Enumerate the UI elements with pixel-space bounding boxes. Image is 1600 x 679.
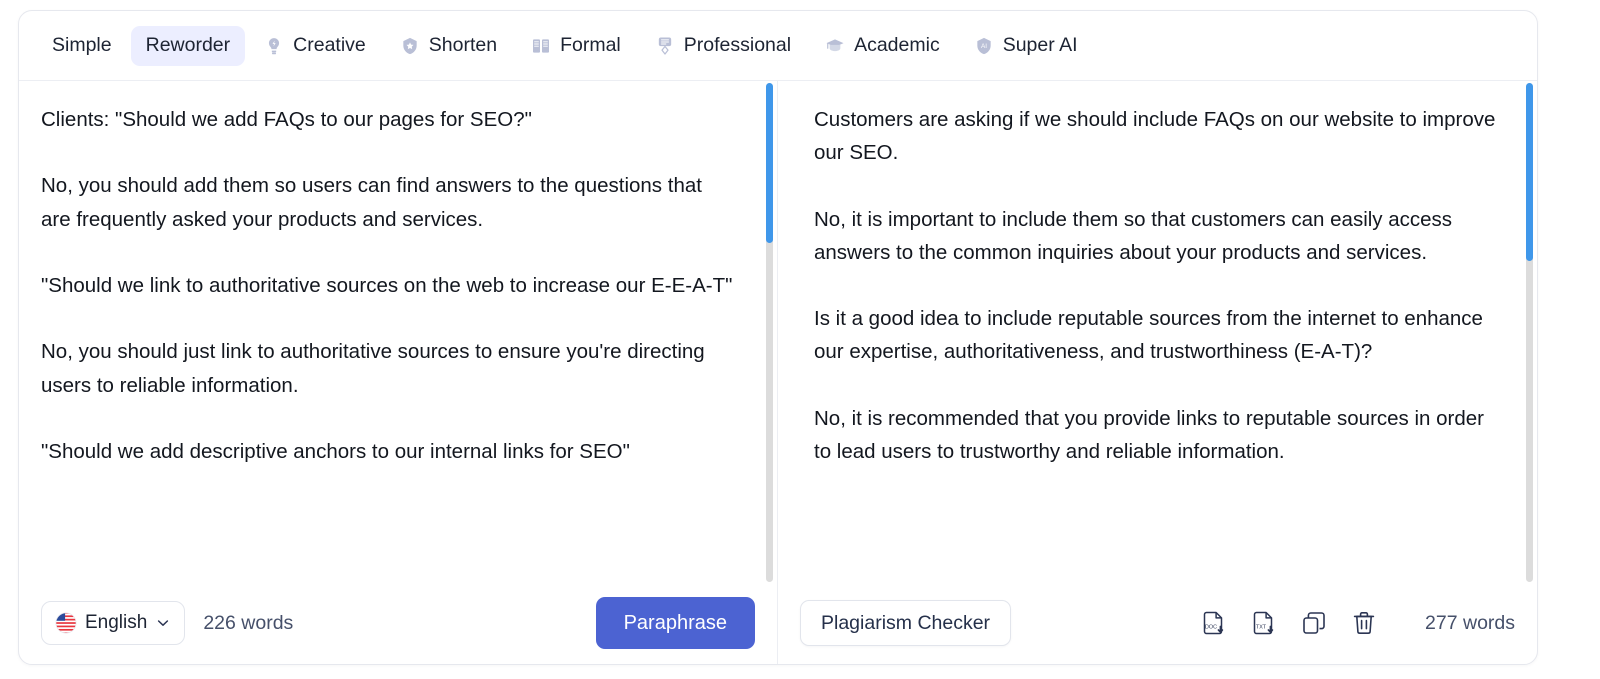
- source-word-count: 226 words: [203, 611, 294, 634]
- tab-professional[interactable]: Professional: [640, 26, 806, 66]
- graduation-cap-icon: [825, 36, 845, 56]
- language-selector[interactable]: English: [41, 601, 186, 645]
- language-label: English: [85, 612, 148, 633]
- tab-label: Creative: [293, 34, 366, 56]
- tab-label: Formal: [560, 34, 621, 56]
- tab-formal[interactable]: Formal: [516, 26, 636, 66]
- svg-text:AI: AI: [981, 43, 987, 50]
- chevron-down-icon: [155, 615, 171, 631]
- plagiarism-checker-button[interactable]: Plagiarism Checker: [800, 600, 1012, 646]
- result-text-area[interactable]: Customers are asking if we should includ…: [778, 81, 1537, 582]
- download-doc-icon[interactable]: DOC: [1199, 608, 1229, 638]
- us-flag-icon: [55, 612, 77, 634]
- source-text[interactable]: Clients: "Should we add FAQs to our page…: [41, 103, 737, 468]
- tab-label: Reworder: [145, 34, 231, 56]
- paraphraser-card: Simple Reworder Creative Shorten Formal …: [18, 10, 1538, 665]
- result-text[interactable]: Customers are asking if we should includ…: [800, 103, 1497, 468]
- tab-academic[interactable]: Academic: [810, 26, 955, 66]
- ai-shield-icon: AI: [974, 36, 994, 56]
- document-pen-icon: [655, 36, 675, 56]
- tab-simple[interactable]: Simple: [37, 26, 127, 66]
- shield-star-icon: [400, 36, 420, 56]
- tab-reworder[interactable]: Reworder: [130, 25, 246, 66]
- tab-label: Simple: [52, 34, 112, 56]
- tab-label: Super AI: [1002, 34, 1078, 56]
- paraphrase-button[interactable]: Paraphrase: [595, 597, 755, 649]
- copy-icon[interactable]: [1299, 608, 1329, 638]
- source-pane: Clients: "Should we add FAQs to our page…: [19, 81, 778, 664]
- result-scrollbar[interactable]: [1526, 83, 1533, 582]
- source-text-area[interactable]: Clients: "Should we add FAQs to our page…: [19, 81, 777, 582]
- result-word-count: 277 words: [1425, 611, 1515, 634]
- result-action-icons: DOC TXT: [1199, 608, 1379, 638]
- svg-text:DOC: DOC: [1205, 625, 1217, 631]
- source-scrollbar-thumb[interactable]: [766, 83, 773, 243]
- mode-tab-bar: Simple Reworder Creative Shorten Formal …: [19, 11, 1537, 81]
- tab-shorten[interactable]: Shorten: [385, 26, 512, 66]
- result-pane: Customers are asking if we should includ…: [778, 81, 1537, 664]
- tab-label: Academic: [854, 34, 940, 56]
- tab-creative[interactable]: Creative: [249, 26, 381, 66]
- result-scrollbar-thumb[interactable]: [1526, 83, 1533, 261]
- tab-label: Shorten: [428, 34, 498, 56]
- lightbulb-icon: [264, 36, 284, 56]
- tab-super-ai[interactable]: AI Super AI: [959, 26, 1093, 66]
- tab-label: Professional: [683, 34, 792, 56]
- result-footer: Plagiarism Checker DOC TXT 277 words: [778, 582, 1537, 664]
- open-book-icon: [531, 36, 551, 56]
- source-footer: English 226 words Paraphrase: [19, 582, 777, 664]
- svg-text:TXT: TXT: [1256, 625, 1267, 631]
- delete-icon[interactable]: [1349, 608, 1379, 638]
- editor-panes: Clients: "Should we add FAQs to our page…: [19, 81, 1537, 664]
- source-scrollbar[interactable]: [766, 83, 773, 582]
- download-txt-icon[interactable]: TXT: [1249, 608, 1279, 638]
